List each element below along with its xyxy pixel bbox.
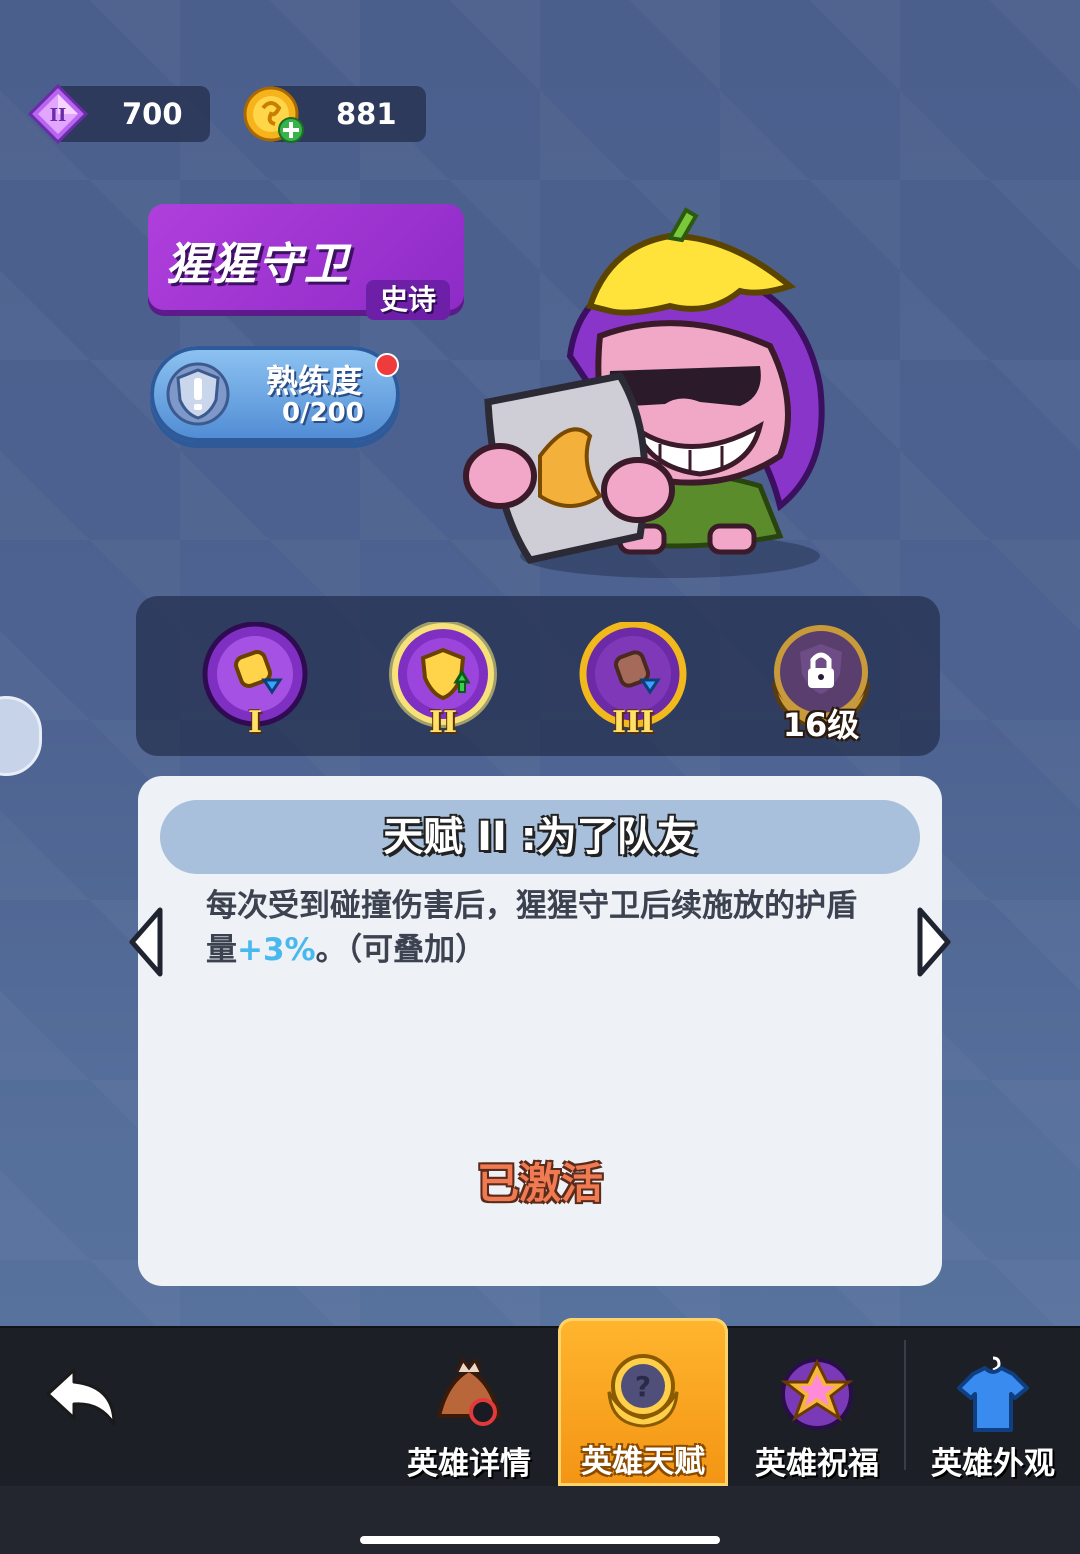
tab-hero-details[interactable]: 英雄详情	[384, 1326, 554, 1486]
talent-unlock-level: 16级	[782, 706, 860, 744]
tab-label: 英雄详情	[407, 1446, 531, 1482]
talent-medal-icon: ?	[607, 1354, 679, 1428]
talent-roman-numeral: II	[428, 705, 458, 740]
mastery-button[interactable]: 熟练度 0/200	[150, 346, 400, 442]
next-arrow-icon[interactable]	[914, 906, 954, 978]
svg-text:II: II	[50, 105, 67, 126]
talent-roman-numeral: III	[611, 705, 655, 740]
talent-roman-numeral: I	[247, 705, 263, 740]
desc-text-end: 。（可叠加）	[315, 932, 487, 968]
tab-label: 英雄祝福	[755, 1446, 879, 1482]
home-indicator[interactable]	[360, 1536, 720, 1544]
talent-description: 每次受到碰撞伤害后，猩猩守卫后续施放的护盾量+3%。（可叠加）	[206, 884, 866, 972]
mastery-shield-icon	[166, 362, 230, 426]
tab-hero-talent[interactable]: ? 英雄天赋	[558, 1318, 728, 1486]
rarity-badge: 史诗	[366, 280, 450, 320]
tab-hero-appearance[interactable]: 英雄外观	[908, 1326, 1078, 1486]
hero-name: 猩猩守卫	[166, 239, 350, 290]
coin-count: 881	[336, 97, 397, 131]
tab-hero-blessing[interactable]: 英雄祝福	[732, 1326, 902, 1486]
blessing-star-icon	[780, 1358, 854, 1430]
mastery-label: 熟练度	[266, 362, 363, 400]
tab-label: 英雄外观	[931, 1446, 1055, 1482]
talent-slot-3[interactable]: III	[578, 620, 688, 740]
back-arrow-icon[interactable]	[44, 1364, 120, 1428]
desc-highlight: +3%	[237, 932, 316, 968]
tab-label: 英雄天赋	[581, 1444, 705, 1480]
shirt-icon	[957, 1356, 1029, 1432]
gem-count: 700	[122, 97, 183, 131]
talent-title: 天赋 II :为了队友	[383, 814, 697, 860]
notification-dot	[375, 353, 399, 377]
hero-hat-icon	[436, 1357, 502, 1426]
mastery-progress: 0/200	[282, 398, 364, 428]
gem-II-icon: II	[28, 84, 88, 144]
coin-plus-icon[interactable]	[243, 84, 305, 146]
prev-arrow-icon[interactable]	[126, 906, 166, 978]
gorilla-guard-character	[463, 207, 825, 578]
talent-slot-2[interactable]: II	[388, 620, 498, 740]
activated-status: 已激活	[476, 1159, 603, 1208]
talent-slot-1[interactable]: I	[200, 621, 310, 740]
svg-text:?: ?	[635, 1370, 651, 1403]
nav-divider	[904, 1340, 906, 1470]
